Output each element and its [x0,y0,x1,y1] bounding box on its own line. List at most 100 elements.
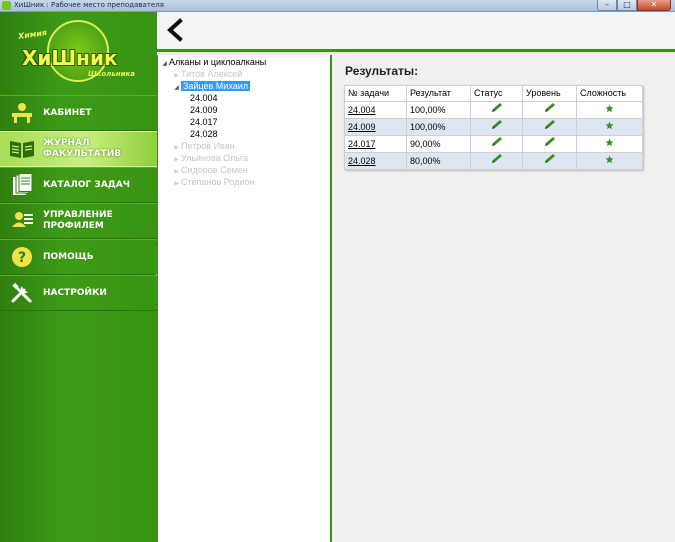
column-header[interactable]: Статус [470,85,523,102]
tree-student[interactable]: ▶ Степанов Родион [158,176,330,188]
level-cell [522,118,577,136]
column-header[interactable]: Результат [406,85,471,102]
journal-icon [8,137,36,161]
column-header[interactable]: № задачи [344,85,407,102]
pencil-icon[interactable] [543,153,557,165]
window-title: ХиШник : Рабочее место преподавателя [14,1,164,9]
back-arrow-icon[interactable] [163,18,187,42]
result-value: 90,00% [406,135,471,153]
nav-label-journal-2: факультатив [43,149,122,159]
status-cell [470,152,523,170]
task-id: 24.017 [190,117,218,127]
expand-arrow-icon[interactable]: ▶ [172,178,181,190]
task-id: 24.004 [190,93,218,103]
logo-main-text: ХиШник [22,46,118,70]
table-row: 24.028 80,00% [344,152,643,170]
nav-label-journal-1: Журнал [43,138,90,148]
task-link[interactable]: 24.028 [344,152,407,170]
nav-label-cabinet: Кабинет [43,107,92,118]
star-icon [605,103,614,112]
tree-root-label: Алканы и циклоалканы [169,57,267,67]
sidebar: Химия ХиШник Школьника Кабинет Журнал фак… [0,12,157,542]
tree-student[interactable]: ▶ Ульянова Ольга [158,152,330,164]
level-cell [522,152,577,170]
table-header-row: № задачи Результат Статус Уровень Сложно… [344,85,643,102]
nav-item-help[interactable]: ? Помощь [0,239,157,275]
sidebar-nav: Кабинет Журнал факультатив Каталог задач … [0,95,157,311]
status-cell [470,118,523,136]
star-icon [605,154,614,163]
result-value: 100,00% [406,118,471,136]
close-button[interactable]: ✕ [637,0,671,11]
difficulty-cell [576,118,643,136]
nav-item-settings[interactable]: Настройки [0,275,157,311]
tree-task[interactable]: 24.009 [158,104,330,116]
desk-icon [8,101,36,125]
nav-label-profile-1: Управление [43,210,113,220]
tree-root[interactable]: ◢ Алканы и циклоалканы [158,56,330,68]
profile-icon [8,209,36,233]
window-controls: – □ ✕ [597,0,671,11]
task-link[interactable]: 24.009 [344,118,407,136]
nav-label-profile-2: профилем [43,221,104,231]
difficulty-cell [576,101,643,119]
logo-bottom-text: Школьника [88,70,135,78]
nav-label-help: Помощь [43,251,94,262]
help-icon: ? [8,245,36,269]
tree-student[interactable]: ▶ Титов Алексей [158,68,330,80]
results-table: № задачи Результат Статус Уровень Сложно… [344,85,643,170]
pencil-icon[interactable] [543,136,557,148]
tree-task[interactable]: 24.017 [158,116,330,128]
pencil-icon[interactable] [490,119,504,131]
level-cell [522,135,577,153]
pencil-icon[interactable] [543,102,557,114]
tree-student[interactable]: ▶ Сидоров Семен [158,164,330,176]
task-id: 24.028 [190,129,218,139]
maximize-button[interactable]: □ [617,0,637,11]
window-titlebar: ХиШник : Рабочее место преподавателя – □… [0,0,675,12]
student-name: Сидоров Семен [181,165,248,175]
svg-text:?: ? [18,250,26,266]
nav-item-journal[interactable]: Журнал факультатив [0,131,157,167]
minimize-button[interactable]: – [597,0,617,11]
pencil-icon[interactable] [490,153,504,165]
tree-task[interactable]: 24.028 [158,128,330,140]
student-name: Степанов Родион [181,177,255,187]
catalog-icon [8,173,36,197]
app-logo: Химия ХиШник Школьника [0,12,157,95]
task-link[interactable]: 24.004 [344,101,407,119]
column-header[interactable]: Уровень [522,85,577,102]
results-panel: Результаты: № задачи Результат Статус Ур… [334,55,675,542]
tree-task[interactable]: 24.004 [158,92,330,104]
app-icon [2,1,11,10]
nav-item-cabinet[interactable]: Кабинет [0,95,157,131]
nav-item-catalog[interactable]: Каталог задач [0,167,157,203]
table-row: 24.009 100,00% [344,118,643,136]
results-title: Результаты: [345,64,419,78]
task-link[interactable]: 24.017 [344,135,407,153]
student-name: Петров Иван [181,141,235,151]
toolbar [157,12,675,52]
pencil-icon[interactable] [490,102,504,114]
status-cell [470,101,523,119]
column-header[interactable]: Сложность [576,85,643,102]
task-id: 24.009 [190,105,218,115]
nav-label-catalog: Каталог задач [43,179,131,190]
student-name: Ульянова Ольга [181,153,249,163]
result-value: 80,00% [406,152,471,170]
student-name: Зайцев Михаил [181,81,251,91]
tree-student[interactable]: ▶ Петров Иван [158,140,330,152]
pencil-icon[interactable] [543,119,557,131]
nav-item-profile[interactable]: Управление профилем [0,203,157,239]
pencil-icon[interactable] [490,136,504,148]
tree-student-selected[interactable]: ◢ Зайцев Михаил [158,80,330,92]
settings-icon [8,281,36,305]
result-value: 100,00% [406,101,471,119]
table-row: 24.017 90,00% [344,135,643,153]
level-cell [522,101,577,119]
nav-label-settings: Настройки [43,287,107,298]
student-name: Титов Алексей [181,69,243,79]
difficulty-cell [576,152,643,170]
students-tree: ◢ Алканы и циклоалканы ▶ Титов Алексей ◢ За… [157,55,332,542]
logo-top-text: Химия [17,28,48,41]
